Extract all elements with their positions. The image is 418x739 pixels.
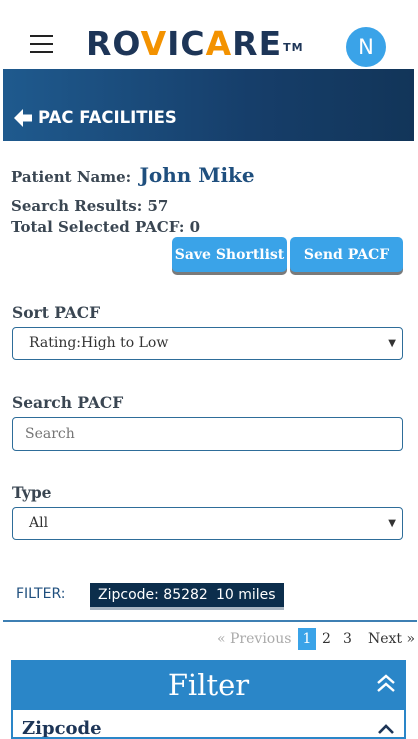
- rovicare-logo: ROVICARETM: [86, 26, 304, 62]
- logo-part: V: [140, 24, 168, 63]
- sort-pacf-value: Rating:High to Low: [29, 335, 169, 351]
- type-label: Type: [12, 483, 52, 502]
- search-pacf-input[interactable]: [12, 417, 403, 451]
- results-summary: Search Results: 57 Total Selected PACF: …: [11, 196, 200, 238]
- patient-name: John Mike: [139, 163, 255, 187]
- pagination-previous[interactable]: « Previous: [217, 628, 291, 650]
- filter-label: FILTER:: [16, 586, 66, 602]
- save-shortlist-button[interactable]: Save Shortlist: [172, 237, 287, 272]
- filter-panel-title: Filter: [167, 668, 250, 702]
- logo-part: RO: [86, 24, 141, 63]
- filter-panel: Filter Zipcode: [11, 660, 406, 739]
- type-value: All: [29, 515, 49, 531]
- page-header-banner: PAC FACILITIES: [3, 69, 414, 141]
- back-arrow-icon[interactable]: [12, 107, 34, 129]
- search-results-label: Search Results:: [11, 197, 143, 215]
- selected-pacf-label: Total Selected PACF:: [11, 218, 185, 236]
- patient-name-label: Patient Name:: [11, 168, 132, 186]
- user-avatar[interactable]: N: [346, 27, 386, 67]
- hamburger-menu-icon[interactable]: [30, 35, 53, 53]
- type-select[interactable]: All ▼: [12, 507, 403, 540]
- page-title: PAC FACILITIES: [38, 108, 177, 127]
- logo-part: TM: [283, 41, 304, 54]
- filter-chip-zipcode[interactable]: Zipcode: 85282: [90, 583, 216, 610]
- pagination-page-2[interactable]: 2: [322, 628, 331, 650]
- sort-pacf-select[interactable]: Rating:High to Low ▼: [12, 327, 403, 360]
- sort-pacf-label: Sort PACF: [12, 303, 101, 322]
- pagination-page-1[interactable]: 1: [298, 628, 316, 650]
- pagination-next[interactable]: Next »: [368, 628, 415, 650]
- logo-part: IC: [167, 24, 206, 63]
- selected-pacf-count: 0: [189, 218, 201, 236]
- pagination-page-3[interactable]: 3: [343, 628, 352, 650]
- divider: [3, 620, 417, 622]
- collapse-up-icon[interactable]: [376, 673, 396, 695]
- dropdown-caret-icon: ▼: [388, 518, 396, 529]
- dropdown-caret-icon: ▼: [388, 338, 396, 349]
- filter-chip-distance[interactable]: 10 miles: [208, 583, 284, 610]
- selected-pacf-row: Total Selected PACF: 0: [11, 217, 200, 238]
- patient-info: Patient Name: John Mike: [11, 163, 255, 187]
- filter-panel-header[interactable]: Filter: [13, 662, 404, 710]
- logo-part: A: [205, 24, 233, 63]
- chevron-up-icon[interactable]: [378, 724, 394, 734]
- zipcode-section-title: Zipcode: [22, 718, 102, 739]
- logo-part: RE: [232, 24, 283, 63]
- top-bar: ROVICARETM N: [0, 0, 418, 69]
- search-results-count: 57: [147, 197, 169, 215]
- search-pacf-label: Search PACF: [12, 393, 124, 412]
- send-pacf-button[interactable]: Send PACF: [290, 237, 403, 272]
- search-results-row: Search Results: 57: [11, 196, 200, 217]
